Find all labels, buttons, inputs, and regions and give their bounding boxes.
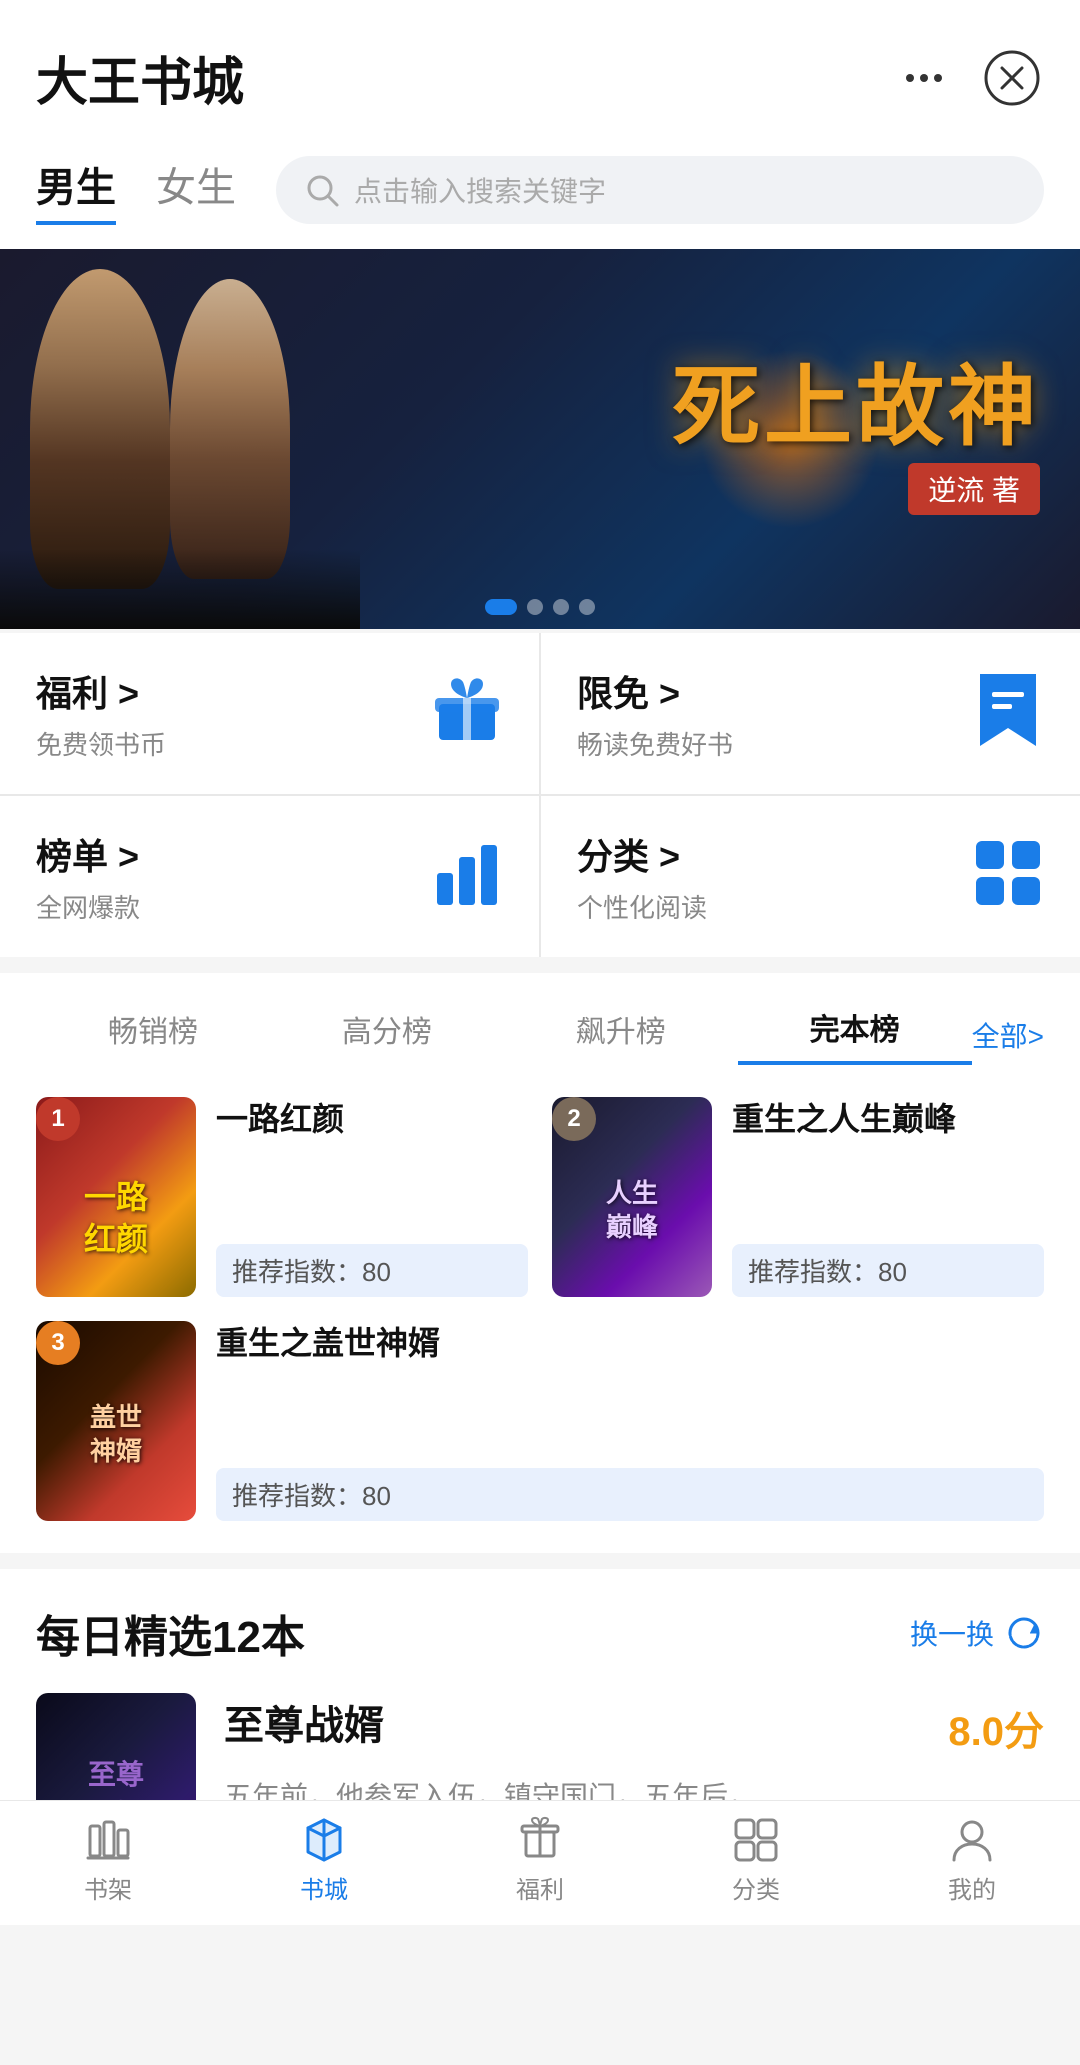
- daily-refresh-button[interactable]: 换一换: [910, 1613, 1044, 1653]
- close-button[interactable]: [980, 46, 1044, 110]
- rank-tabs: 畅销榜 高分榜 飙升榜 完本榜 全部>: [36, 1005, 1044, 1065]
- daily-header: 每日精选12本 换一换: [36, 1601, 1044, 1665]
- daily-book-score: 8.0分: [948, 1699, 1044, 1757]
- mine-icon: [948, 1816, 996, 1864]
- quick-rank-title: 榜单 >: [36, 828, 140, 880]
- banner-dot-3[interactable]: [553, 599, 569, 615]
- nav-label-bookshelf: 书架: [84, 1870, 132, 1905]
- welfare-icon: [516, 1816, 564, 1864]
- quick-item-category[interactable]: 分类 > 个性化阅读: [541, 796, 1080, 957]
- quick-item-welfare[interactable]: 福利 > 免费领书币: [0, 633, 539, 794]
- bookstore-icon: [300, 1816, 348, 1864]
- rank-info-2: 重生之人生巅峰 推荐指数：80: [732, 1097, 1044, 1297]
- rank-cover-2: 2 人生巅峰: [552, 1097, 712, 1297]
- nav-item-mine[interactable]: 我的: [864, 1801, 1080, 1920]
- quick-links-grid: 福利 > 免费领书币 限免 > 畅读免费好书: [0, 633, 1080, 957]
- quick-rank-subtitle: 全网爆款: [36, 888, 140, 925]
- quick-category-subtitle: 个性化阅读: [577, 888, 707, 925]
- rank-title-3: 重生之盖世神婿: [216, 1321, 1044, 1366]
- banner-dot-2[interactable]: [527, 599, 543, 615]
- rank-all-link[interactable]: 全部>: [972, 1015, 1044, 1055]
- gift-icon: [431, 674, 503, 753]
- nav-item-bookstore[interactable]: 书城: [216, 1801, 432, 1920]
- rank-cover-1: 1 一路红颜: [36, 1097, 196, 1297]
- more-button[interactable]: [892, 46, 956, 110]
- gender-tabs: 男生 女生: [36, 155, 236, 225]
- apps-icon: [972, 837, 1044, 916]
- refresh-label: 换一换: [910, 1613, 994, 1653]
- banner-dots: [485, 599, 595, 615]
- daily-title: 每日精选12本: [36, 1601, 305, 1665]
- rank-info-1: 一路红颜 推荐指数：80: [216, 1097, 528, 1297]
- bottom-nav: 书架 书城 福利 分类: [0, 1800, 1080, 1920]
- quick-category-title: 分类 >: [577, 828, 707, 880]
- rank-item-2[interactable]: 2 人生巅峰 重生之人生巅峰 推荐指数：80: [552, 1097, 1044, 1297]
- daily-book-title: 至尊战婿: [224, 1693, 384, 1751]
- bookmark-icon: [972, 670, 1044, 757]
- rank-title-2: 重生之人生巅峰: [732, 1097, 1044, 1142]
- tab-male[interactable]: 男生: [36, 155, 116, 225]
- nav-label-category: 分类: [732, 1870, 780, 1905]
- rank-score-2: 推荐指数：80: [732, 1244, 1044, 1297]
- nav-item-category[interactable]: 分类: [648, 1801, 864, 1920]
- rank-info-3: 重生之盖世神婿 推荐指数：80: [216, 1321, 1044, 1521]
- ranking-section: 畅销榜 高分榜 飙升榜 完本榜 全部> 1 一路红颜 一路红颜 推荐指数：80 …: [0, 973, 1080, 1553]
- banner[interactable]: 死上故神 逆流 著: [0, 249, 1080, 629]
- quick-item-limit[interactable]: 限免 > 畅读免费好书: [541, 633, 1080, 794]
- nav-label-bookstore: 书城: [300, 1870, 348, 1905]
- header-icons: [892, 46, 1044, 110]
- search-placeholder: 点击输入搜索关键字: [354, 170, 606, 210]
- banner-dot-1[interactable]: [485, 599, 517, 615]
- rank-badge-1: 1: [36, 1097, 80, 1141]
- rank-item-3[interactable]: 3 盖世神婿 重生之盖世神婿 推荐指数：80: [36, 1321, 1044, 1521]
- nav-label-mine: 我的: [948, 1870, 996, 1905]
- quick-welfare-title: 福利 >: [36, 665, 166, 717]
- quick-limit-subtitle: 畅读免费好书: [577, 725, 733, 762]
- category-icon: [732, 1816, 780, 1864]
- rank-badge-2: 2: [552, 1097, 596, 1141]
- search-bar[interactable]: 点击输入搜索关键字: [276, 156, 1044, 224]
- header: 大王书城: [0, 0, 1080, 135]
- rank-badge-3: 3: [36, 1321, 80, 1365]
- banner-content: 死上故神 逆流 著: [0, 249, 1080, 629]
- rank-tab-bestseller[interactable]: 畅销榜: [36, 1007, 270, 1063]
- rank-score-1: 推荐指数：80: [216, 1244, 528, 1297]
- nav-item-bookshelf[interactable]: 书架: [0, 1801, 216, 1920]
- rank-item-1[interactable]: 1 一路红颜 一路红颜 推荐指数：80: [36, 1097, 528, 1297]
- banner-dot-4[interactable]: [579, 599, 595, 615]
- nav-label-welfare: 福利: [516, 1870, 564, 1905]
- rank-tab-completed[interactable]: 完本榜: [738, 1005, 972, 1065]
- banner-subtitle: 逆流 著: [908, 463, 1040, 515]
- chart-icon: [431, 837, 503, 916]
- search-icon: [304, 172, 340, 208]
- rank-title-1: 一路红颜: [216, 1097, 528, 1142]
- rank-books-grid: 1 一路红颜 一路红颜 推荐指数：80 2 人生巅峰 重生之人生巅峰 推荐指数：…: [36, 1097, 1044, 1521]
- banner-text: 死上故神 逆流 著: [672, 363, 1040, 515]
- tab-female[interactable]: 女生: [156, 155, 236, 225]
- nav-item-welfare[interactable]: 福利: [432, 1801, 648, 1920]
- quick-item-rank[interactable]: 榜单 > 全网爆款: [0, 796, 539, 957]
- rank-tab-highscore[interactable]: 高分榜: [270, 1007, 504, 1063]
- rank-cover-3: 3 盖世神婿: [36, 1321, 196, 1521]
- refresh-icon: [1004, 1613, 1044, 1653]
- quick-welfare-subtitle: 免费领书币: [36, 725, 166, 762]
- banner-character-left: [0, 249, 360, 629]
- quick-limit-title: 限免 >: [577, 665, 733, 717]
- banner-title: 死上故神: [672, 363, 1040, 451]
- tab-search-bar: 男生 女生 点击输入搜索关键字: [0, 135, 1080, 249]
- app-title: 大王书城: [36, 40, 244, 115]
- bookshelf-icon: [84, 1816, 132, 1864]
- rank-tab-rising[interactable]: 飙升榜: [504, 1007, 738, 1063]
- rank-score-3: 推荐指数：80: [216, 1468, 1044, 1521]
